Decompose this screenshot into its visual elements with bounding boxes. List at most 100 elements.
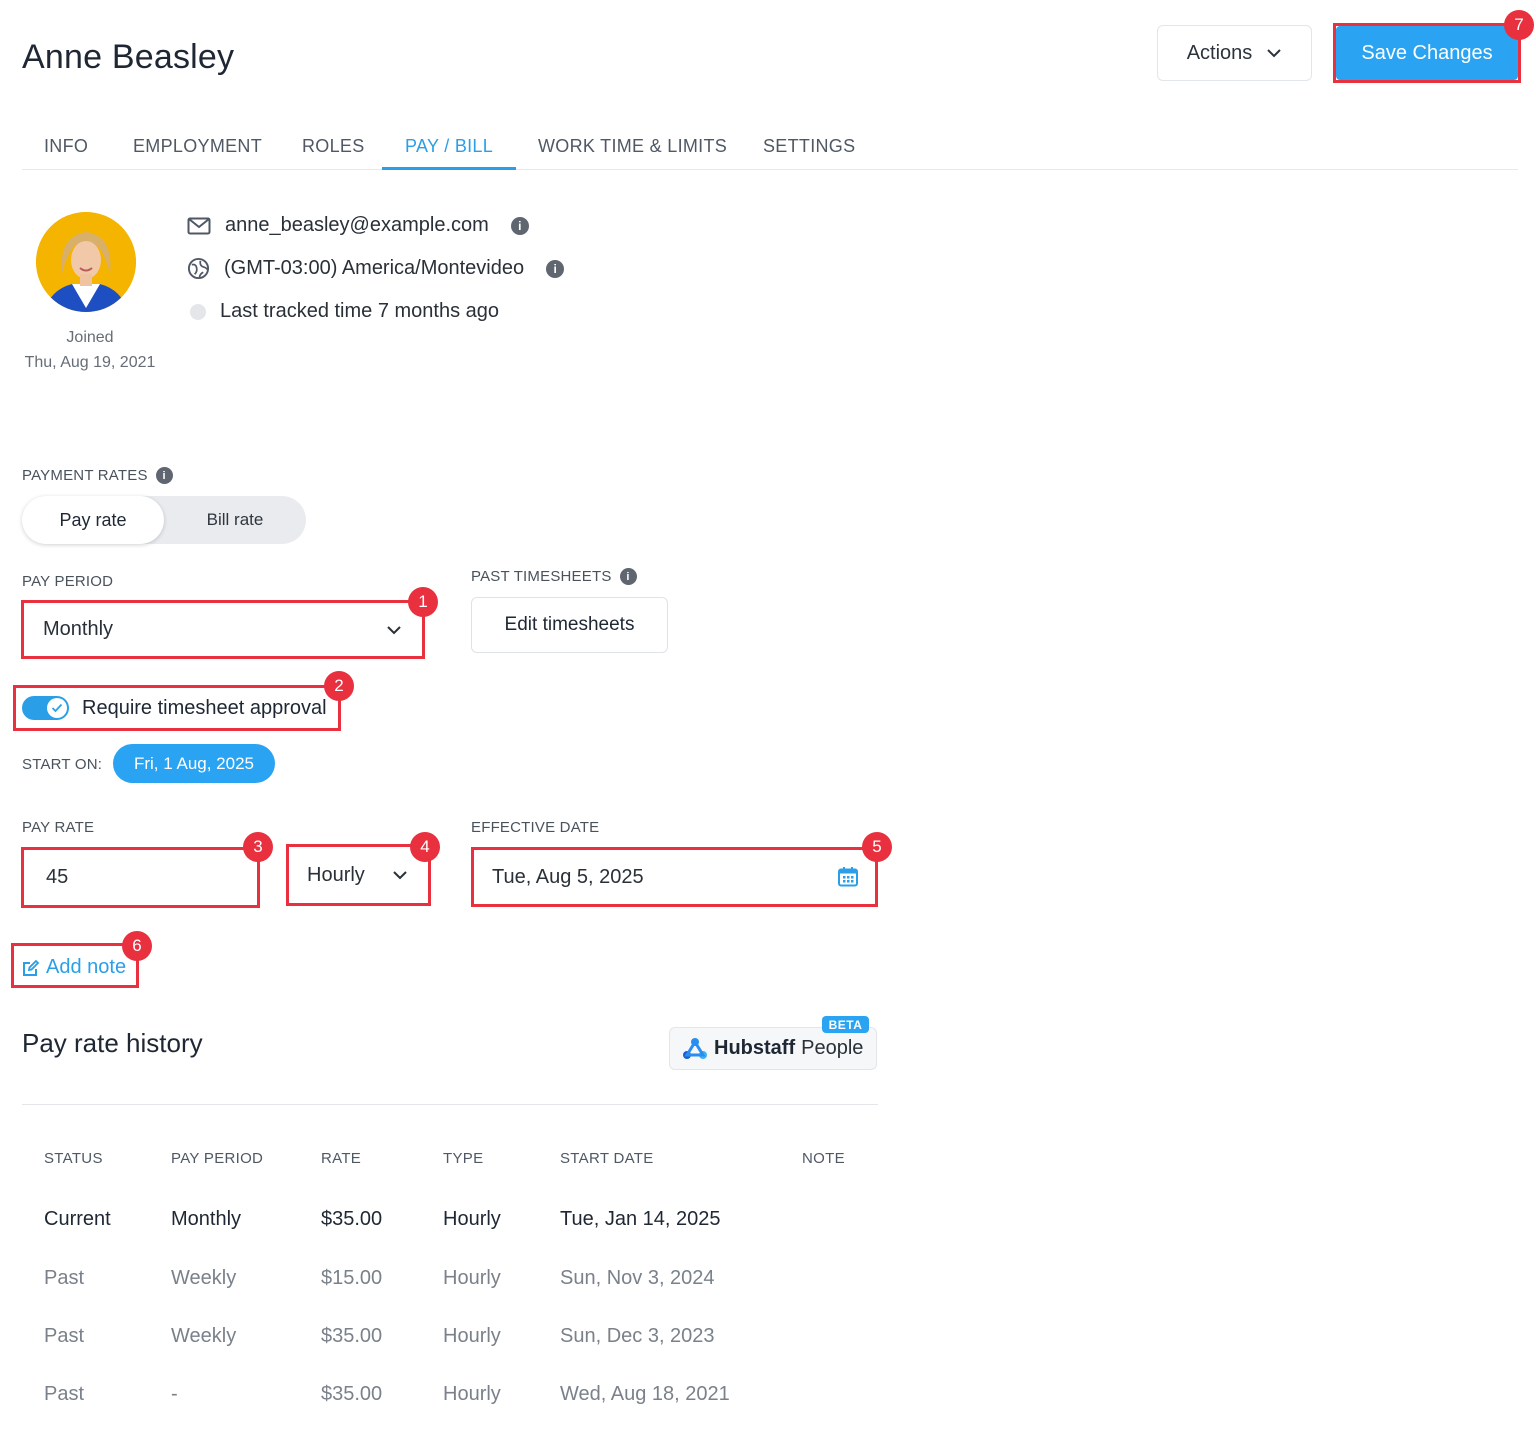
toggle-knob	[47, 698, 67, 718]
actions-dropdown-button[interactable]: Actions	[1157, 25, 1312, 81]
email-row: anne_beasley@example.com i	[187, 214, 529, 237]
cell-start-date: Wed, Aug 18, 2021	[560, 1383, 730, 1405]
cell-rate: $15.00	[321, 1267, 383, 1289]
rate-type-value: Hourly	[307, 863, 365, 886]
column-header-note: NOTE	[802, 1150, 845, 1167]
column-header-rate: RATE	[321, 1150, 362, 1167]
pay-rate-label: PAY RATE	[22, 819, 95, 836]
annotation-badge: 7	[1504, 10, 1534, 40]
cell-pay-period: -	[171, 1383, 178, 1405]
timesheet-approval-label: Require timesheet approval	[82, 697, 327, 719]
cell-start-date: Sun, Nov 3, 2024	[560, 1267, 715, 1289]
tab-work-time-limits[interactable]: WORK TIME & LIMITS	[538, 136, 727, 157]
cell-status: Past	[44, 1325, 85, 1347]
effective-date-label: EFFECTIVE DATE	[471, 819, 600, 836]
history-divider	[22, 1104, 878, 1105]
start-on-label: START ON:	[22, 756, 103, 773]
chevron-down-icon	[1267, 49, 1282, 58]
table-row: Past - $35.00 Hourly Wed, Aug 18, 2021	[0, 1383, 880, 1423]
tab-info[interactable]: INFO	[44, 136, 88, 157]
cell-rate: $35.00	[321, 1208, 383, 1230]
table-row: Past Weekly $35.00 Hourly Sun, Dec 3, 20…	[0, 1325, 880, 1365]
cell-start-date: Tue, Jan 14, 2025	[560, 1208, 721, 1230]
cell-rate: $35.00	[321, 1325, 383, 1347]
cell-start-date: Sun, Dec 3, 2023	[560, 1325, 715, 1347]
start-on-date-pill[interactable]: Fri, 1 Aug, 2025	[113, 744, 275, 783]
effective-date-input[interactable]: Tue, Aug 5, 2025	[474, 850, 875, 904]
cell-type: Hourly	[443, 1208, 501, 1230]
past-timesheets-help-icon[interactable]: i	[619, 568, 637, 585]
status-dot-icon	[190, 303, 206, 320]
joined-date: Thu, Aug 19, 2021	[24, 354, 156, 371]
annotation-badge: 1	[408, 587, 438, 617]
actions-label: Actions	[1186, 41, 1253, 64]
annotation-badge: 6	[122, 931, 152, 961]
cell-pay-period: Monthly	[171, 1208, 242, 1230]
cell-type: Hourly	[443, 1383, 501, 1405]
column-header-start-date: START DATE	[560, 1150, 654, 1167]
past-timesheets-heading: PAST TIMESHEETS i	[471, 568, 637, 585]
last-tracked-row: Last tracked time 7 months ago	[190, 300, 499, 323]
annotation-badge: 2	[324, 671, 354, 701]
save-changes-button[interactable]: Save Changes	[1336, 26, 1518, 80]
page-title: Anne Beasley	[22, 38, 235, 76]
timesheet-approval-toggle[interactable]	[22, 696, 69, 720]
check-icon	[51, 703, 63, 713]
table-row: Past Weekly $15.00 Hourly Sun, Nov 3, 20…	[0, 1267, 880, 1307]
globe-icon	[187, 257, 210, 280]
add-note-link[interactable]: Add note	[22, 956, 126, 979]
calendar-icon[interactable]	[837, 866, 859, 888]
tab-roles[interactable]: ROLES	[302, 136, 365, 157]
cell-status: Past	[44, 1267, 85, 1289]
edit-note-icon	[23, 959, 40, 976]
cell-type: Hourly	[443, 1325, 501, 1347]
annotation-badge: 3	[243, 832, 273, 862]
timezone-text: (GMT-03:00) America/Montevideo	[224, 257, 525, 279]
joined-label: Joined	[66, 329, 114, 346]
email-info-icon[interactable]: i	[510, 216, 529, 235]
pay-period-label: PAY PERIOD	[22, 573, 114, 590]
chevron-down-icon	[387, 625, 401, 634]
column-header-pay-period: PAY PERIOD	[171, 1150, 264, 1167]
cell-type: Hourly	[443, 1267, 501, 1289]
tab-settings[interactable]: SETTINGS	[763, 136, 855, 157]
cell-status: Past	[44, 1383, 85, 1405]
pay-period-select[interactable]: Monthly	[24, 603, 422, 656]
brand-name: Hubstaff	[714, 1037, 796, 1059]
column-header-type: TYPE	[443, 1150, 484, 1167]
edit-timesheets-button[interactable]: Edit timesheets	[471, 597, 668, 653]
cell-status: Current	[44, 1208, 111, 1230]
tab-bar: INFO EMPLOYMENT ROLES PAY / BILL WORK TI…	[22, 118, 1518, 170]
hubstaff-people-logo: Hubstaff People	[669, 1027, 877, 1070]
tab-pay-bill[interactable]: PAY / BILL	[405, 136, 493, 157]
annotation-badge: 4	[410, 832, 440, 862]
column-header-status: STATUS	[44, 1150, 103, 1167]
last-tracked-text: Last tracked time 7 months ago	[220, 300, 500, 322]
mail-icon	[187, 217, 211, 234]
cell-rate: $35.00	[321, 1383, 383, 1405]
brand-product: People	[801, 1037, 864, 1059]
annotation-badge: 5	[862, 832, 892, 862]
pay-rate-segment[interactable]: Pay rate	[22, 496, 164, 544]
tab-employment[interactable]: EMPLOYMENT	[133, 136, 262, 157]
rate-type-switch: Pay rate Bill rate	[22, 496, 306, 544]
pay-period-value: Monthly	[43, 618, 114, 640]
cell-pay-period: Weekly	[171, 1267, 237, 1289]
avatar	[36, 212, 136, 312]
beta-badge: BETA	[822, 1016, 869, 1033]
active-tab-indicator	[382, 167, 516, 170]
effective-date-value: Tue, Aug 5, 2025	[492, 865, 644, 888]
add-note-label: Add note	[46, 956, 127, 978]
payment-rates-heading: PAYMENT RATES i	[22, 467, 173, 484]
timezone-info-icon[interactable]: i	[546, 259, 565, 278]
chevron-down-icon	[393, 871, 407, 880]
table-row: Current Monthly $35.00 Hourly Tue, Jan 1…	[0, 1208, 880, 1248]
hubstaff-logo-icon	[683, 1037, 707, 1059]
email-text: anne_beasley@example.com	[225, 214, 489, 236]
payment-rates-help-icon[interactable]: i	[155, 467, 173, 484]
pay-rate-input[interactable]: 45	[24, 850, 257, 905]
timezone-row: (GMT-03:00) America/Montevideo i	[187, 257, 565, 280]
payment-rates-label: PAYMENT RATES	[22, 467, 148, 484]
bill-rate-segment[interactable]: Bill rate	[164, 496, 306, 544]
rate-type-select[interactable]: Hourly	[289, 847, 428, 903]
